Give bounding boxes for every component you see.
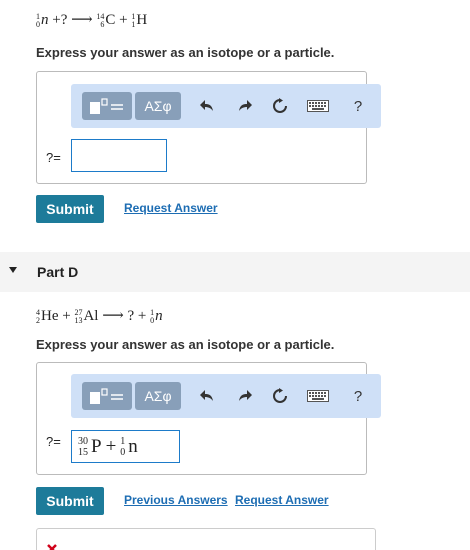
caret-down-icon bbox=[9, 267, 17, 273]
atomic-number: 6 bbox=[100, 19, 105, 29]
template-button[interactable] bbox=[82, 92, 132, 120]
template-icon bbox=[90, 388, 123, 404]
nuclide-al-notation: 27 13 bbox=[74, 308, 83, 325]
mass-number: 30 bbox=[78, 435, 88, 447]
plus-sign: + bbox=[105, 435, 117, 457]
nuclide-n-notation: 1 0 bbox=[36, 12, 40, 29]
feedback-panel bbox=[36, 528, 376, 550]
part-d-header[interactable]: Part D bbox=[0, 252, 470, 292]
answer-label: ?= bbox=[46, 150, 61, 165]
atomic-number: 1 bbox=[131, 19, 136, 29]
template-icon bbox=[90, 98, 123, 114]
part-c-prompt: Express your answer as an isotope or a p… bbox=[36, 45, 335, 60]
neutron-symbol: n bbox=[128, 435, 138, 457]
part-d-prompt: Express your answer as an isotope or a p… bbox=[36, 337, 335, 352]
reset-icon bbox=[273, 388, 287, 403]
keyboard-button[interactable] bbox=[305, 92, 331, 120]
part-d-title: Part D bbox=[37, 264, 79, 280]
keyboard-button[interactable] bbox=[305, 382, 331, 410]
reset-icon bbox=[273, 98, 287, 113]
undo-icon bbox=[200, 390, 213, 401]
nuclide-h-notation: 1 1 bbox=[131, 12, 136, 29]
unknown-mark: ? bbox=[60, 12, 68, 28]
help-icon: ? bbox=[353, 97, 363, 115]
math-toolbar: ΑΣφ ? bbox=[71, 374, 381, 418]
math-toolbar: ΑΣφ ? bbox=[71, 84, 381, 128]
mass-number: 1 bbox=[120, 435, 126, 447]
atomic-number: 0 bbox=[120, 446, 126, 458]
nuclide-c-notation: 14 6 bbox=[96, 12, 105, 29]
carbon-symbol: C bbox=[105, 12, 116, 28]
plus-sign: + bbox=[119, 12, 128, 28]
error-x-icon bbox=[47, 544, 57, 550]
plus-sign: + bbox=[137, 308, 147, 324]
reaction-arrow: ⟶ bbox=[102, 308, 124, 324]
nuclide-p-notation: 30 15 bbox=[78, 436, 88, 458]
template-button[interactable] bbox=[82, 382, 132, 410]
redo-icon bbox=[239, 390, 252, 401]
undo-icon bbox=[200, 100, 213, 111]
helium-symbol: He bbox=[41, 308, 59, 324]
aluminum-symbol: Al bbox=[83, 308, 99, 324]
keyboard-icon bbox=[307, 390, 329, 402]
greek-symbols-button[interactable]: ΑΣφ bbox=[135, 382, 181, 410]
reset-button[interactable] bbox=[268, 92, 292, 120]
phosphorus-symbol: P bbox=[91, 435, 102, 457]
reset-button[interactable] bbox=[268, 382, 292, 410]
plus-sign: + bbox=[52, 12, 61, 28]
atomic-number: 0 bbox=[36, 19, 40, 29]
plus-sign: + bbox=[62, 308, 71, 324]
part-c-equation: 1 0 n +? ⟶ 14 6 C + 1 1 H bbox=[36, 10, 147, 29]
help-button[interactable]: ? bbox=[348, 382, 368, 410]
atomic-number: 2 bbox=[36, 315, 40, 325]
nuclide-he-notation: 4 2 bbox=[36, 308, 40, 325]
neutron-symbol: n bbox=[155, 308, 163, 324]
atomic-number: 0 bbox=[150, 315, 155, 325]
atomic-number: 13 bbox=[74, 315, 83, 325]
part-d-request-answer-link[interactable]: Request Answer bbox=[235, 493, 329, 507]
undo-button[interactable] bbox=[195, 382, 219, 410]
atomic-number: 15 bbox=[78, 446, 88, 458]
answer-label: ?= bbox=[46, 434, 61, 449]
hydrogen-symbol: H bbox=[136, 12, 148, 28]
help-button[interactable]: ? bbox=[348, 92, 368, 120]
undo-button[interactable] bbox=[195, 92, 219, 120]
redo-icon bbox=[239, 100, 252, 111]
part-d-equation: 4 2 He + 27 13 Al ⟶ ? + 1 0 n bbox=[36, 306, 163, 325]
previous-answers-link[interactable]: Previous Answers bbox=[124, 493, 228, 507]
part-c-submit-button[interactable]: Submit bbox=[36, 195, 104, 223]
neutron-symbol: n bbox=[41, 12, 49, 28]
redo-button[interactable] bbox=[233, 382, 257, 410]
part-d-submit-button[interactable]: Submit bbox=[36, 487, 104, 515]
part-c-answer-input[interactable] bbox=[71, 139, 167, 172]
reaction-arrow: ⟶ bbox=[71, 12, 93, 28]
part-d-answer-input[interactable]: 30 15 P + 1 0 n bbox=[71, 430, 180, 463]
nuclide-n-notation: 1 0 bbox=[150, 308, 155, 325]
help-icon: ? bbox=[353, 387, 363, 405]
nuclide-neutron-notation: 1 0 bbox=[120, 436, 125, 458]
greek-symbols-button[interactable]: ΑΣφ bbox=[135, 92, 181, 120]
part-c-request-answer-link[interactable]: Request Answer bbox=[124, 201, 218, 215]
unknown-mark: ? bbox=[127, 308, 135, 324]
redo-button[interactable] bbox=[233, 92, 257, 120]
keyboard-icon bbox=[307, 100, 329, 112]
